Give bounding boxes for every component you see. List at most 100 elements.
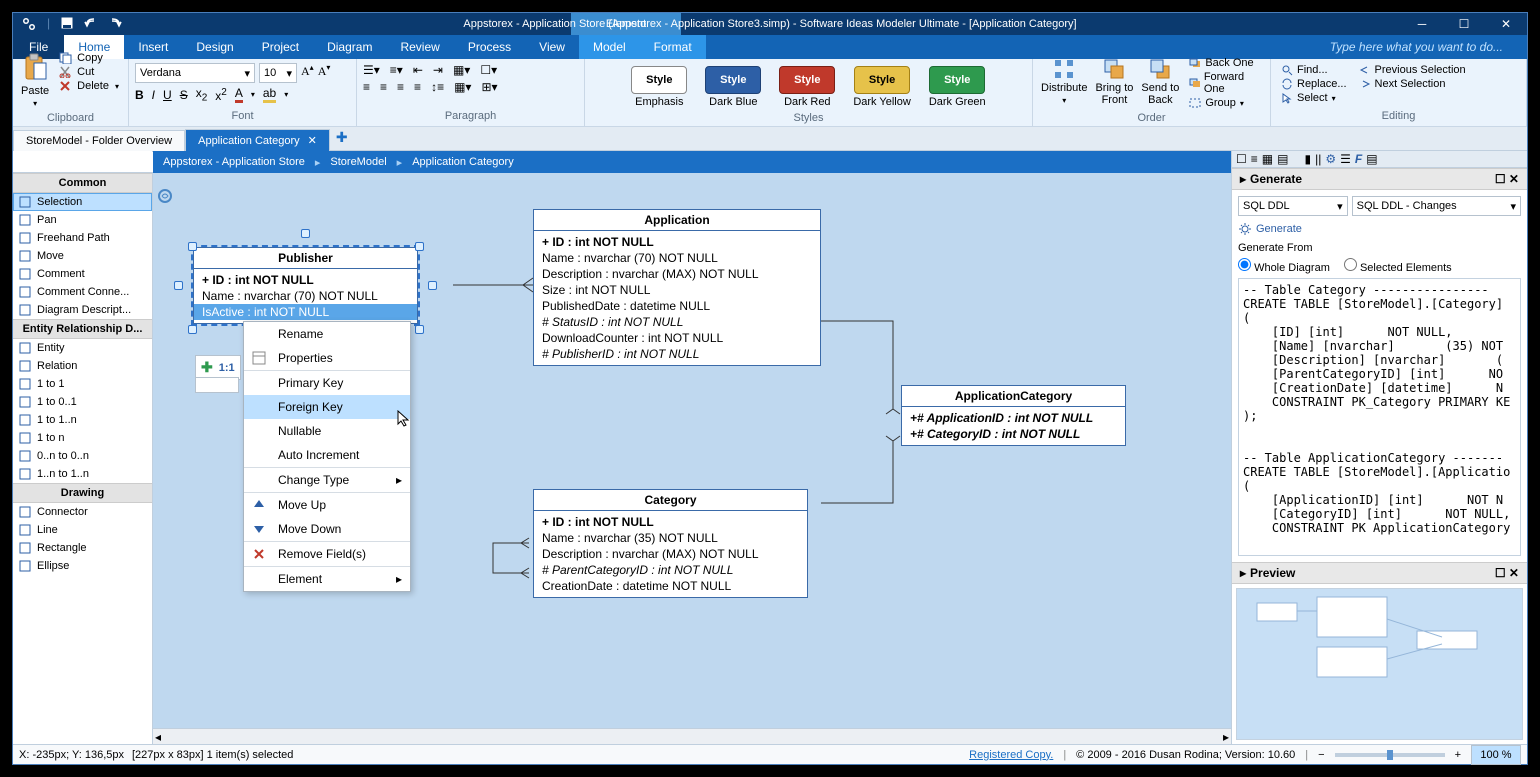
replace-button[interactable]: Replace... [1277, 77, 1351, 91]
menu-foreign-key[interactable]: Foreign Key [244, 395, 410, 419]
save-icon[interactable] [60, 16, 74, 32]
indent-button[interactable]: ⇥ [433, 63, 443, 77]
close-preview-icon[interactable]: ☐ ✕ [1495, 566, 1519, 580]
menu-move-up[interactable]: Move Up [244, 492, 410, 517]
toolbox-entity[interactable]: Entity [13, 339, 152, 357]
tab-model[interactable]: Model [579, 35, 640, 59]
toolbox-ellipse[interactable]: Ellipse [13, 557, 152, 575]
align-left-button[interactable]: ≡ [363, 80, 370, 94]
toolbox-pan[interactable]: Pan [13, 211, 152, 229]
zoom-out-button[interactable]: − [1318, 749, 1324, 761]
menu-element[interactable]: Element▸ [244, 566, 410, 591]
tab-project[interactable]: Project [248, 35, 313, 59]
toolbox-line[interactable]: Line [13, 521, 152, 539]
doc-tab-application-category[interactable]: Application Category✕ [185, 129, 330, 151]
zoom-value[interactable]: 100 % [1471, 745, 1521, 765]
rp-icon[interactable]: || [1315, 152, 1321, 166]
align-right-button[interactable]: ≡ [397, 80, 404, 94]
justify-button[interactable]: ≡ [414, 80, 421, 94]
style-dark-red[interactable]: StyleDark Red [779, 66, 835, 108]
table-button[interactable]: ☐▾ [480, 63, 497, 77]
tab-review[interactable]: Review [386, 35, 453, 59]
align-center-button[interactable]: ≡ [380, 80, 387, 94]
entity-application[interactable]: Application + ID : int NOT NULLName : nv… [533, 209, 821, 366]
cut-button[interactable]: Cut [55, 65, 123, 79]
context-menu[interactable]: RenamePropertiesPrimary KeyForeign KeyNu… [243, 321, 411, 592]
zoom-slider[interactable] [1335, 753, 1445, 757]
rp-icon[interactable]: ▤ [1366, 152, 1377, 166]
menu-primary-key[interactable]: Primary Key [244, 370, 410, 395]
menu-nullable[interactable]: Nullable [244, 419, 410, 443]
generate-format-2[interactable]: SQL DDL - Changes▾ [1352, 196, 1521, 216]
back-one-button[interactable]: Back One [1185, 56, 1264, 70]
underline-button[interactable]: U [163, 88, 172, 102]
style-dark-blue[interactable]: StyleDark Blue [705, 66, 761, 108]
minimize-button[interactable]: ─ [1401, 13, 1443, 35]
select-button[interactable]: Select▾ [1277, 91, 1351, 105]
toolbox-1-n-to-1-n[interactable]: 1..n to 1..n [13, 465, 152, 483]
table2-button[interactable]: ▦▾ [454, 80, 471, 94]
tab-process[interactable]: Process [454, 35, 525, 59]
bullets-button[interactable]: ☰▾ [363, 63, 380, 77]
strike-button[interactable]: S [180, 88, 188, 102]
menu-change-type[interactable]: Change Type▸ [244, 467, 410, 492]
rp-icon[interactable]: ▤ [1277, 152, 1288, 166]
tab-format[interactable]: Format [640, 35, 706, 59]
close-panel-icon[interactable]: ☐ ✕ [1495, 172, 1519, 186]
outdent-button[interactable]: ⇤ [413, 63, 423, 77]
sql-output[interactable]: -- Table Category ---------------- CREAT… [1238, 278, 1521, 556]
entity-applicationcategory[interactable]: ApplicationCategory +# ApplicationID : i… [901, 385, 1126, 446]
close-button[interactable]: ✕ [1485, 13, 1527, 35]
ribbon-search[interactable]: Type here what you want to do... [1316, 35, 1517, 59]
toolbox-move[interactable]: Move [13, 247, 152, 265]
undo-icon[interactable] [84, 16, 98, 32]
numbering-button[interactable]: ≡▾ [390, 63, 403, 77]
image-button[interactable]: ⊞▾ [481, 80, 497, 94]
highlight-button[interactable]: ab [263, 86, 276, 103]
italic-button[interactable]: I [152, 88, 155, 102]
toolbox-diagram-descript-[interactable]: Diagram Descript... [13, 301, 152, 319]
rp-icon[interactable]: F [1355, 152, 1362, 166]
preview-thumbnail[interactable] [1236, 588, 1523, 740]
group-button[interactable]: Group▾ [1185, 96, 1264, 110]
rp-icon[interactable]: ≡ [1251, 152, 1258, 166]
rp-icon[interactable]: ☐ [1236, 152, 1247, 166]
toolbox-freehand-path[interactable]: Freehand Path [13, 229, 152, 247]
distribute-button[interactable]: Distribute▾ [1039, 56, 1089, 107]
maximize-button[interactable]: ☐ [1443, 13, 1485, 35]
canvas-helper-icon[interactable] [157, 188, 173, 204]
entity-category[interactable]: Category + ID : int NOT NULLName : nvarc… [533, 489, 808, 598]
radio-whole-diagram[interactable]: Whole Diagram [1238, 258, 1330, 274]
rp-icon[interactable]: ▮ [1304, 152, 1311, 166]
toolbox-selection[interactable]: Selection [13, 193, 152, 211]
redo-icon[interactable] [108, 16, 122, 32]
font-shrink-icon[interactable]: A▾ [318, 63, 331, 83]
copy-button[interactable]: Copy [55, 51, 123, 65]
border-button[interactable]: ▦▾ [453, 63, 470, 77]
tab-view[interactable]: View [525, 35, 579, 59]
generate-button[interactable]: Generate [1238, 216, 1521, 242]
zoom-in-button[interactable]: + [1455, 749, 1461, 761]
toolbox-1-to-0-1[interactable]: 1 to 0..1 [13, 393, 152, 411]
next-selection-button[interactable]: Next Selection [1355, 77, 1470, 91]
add-relation-icon[interactable]: ✚ [201, 359, 213, 376]
style-emphasis[interactable]: StyleEmphasis [631, 66, 687, 108]
font-grow-icon[interactable]: A▴ [301, 63, 314, 83]
rp-icon[interactable]: ⚙ [1325, 152, 1336, 166]
superscript-button[interactable]: x2 [215, 87, 227, 103]
bring-to-front-button[interactable]: Bring to Front [1093, 56, 1135, 108]
rp-icon[interactable]: ▦ [1262, 152, 1273, 166]
find-button[interactable]: Find... [1277, 63, 1351, 77]
forward-one-button[interactable]: Forward One [1185, 70, 1264, 96]
toolbox-connector[interactable]: Connector [13, 503, 152, 521]
font-size-select[interactable]: 10▾ [259, 63, 297, 83]
close-tab-icon[interactable]: ✕ [308, 135, 317, 147]
registered-link[interactable]: Registered Copy. [969, 749, 1053, 761]
toolbox-relation[interactable]: Relation [13, 357, 152, 375]
rp-icon[interactable]: ☰ [1340, 152, 1351, 166]
toolbox-1-to-1-n[interactable]: 1 to 1..n [13, 411, 152, 429]
prev-selection-button[interactable]: Previous Selection [1355, 63, 1470, 77]
crumb-2[interactable]: StoreModel [330, 156, 386, 168]
menu-auto-increment[interactable]: Auto Increment [244, 443, 410, 467]
relation-quick-tool-2[interactable] [195, 377, 239, 393]
